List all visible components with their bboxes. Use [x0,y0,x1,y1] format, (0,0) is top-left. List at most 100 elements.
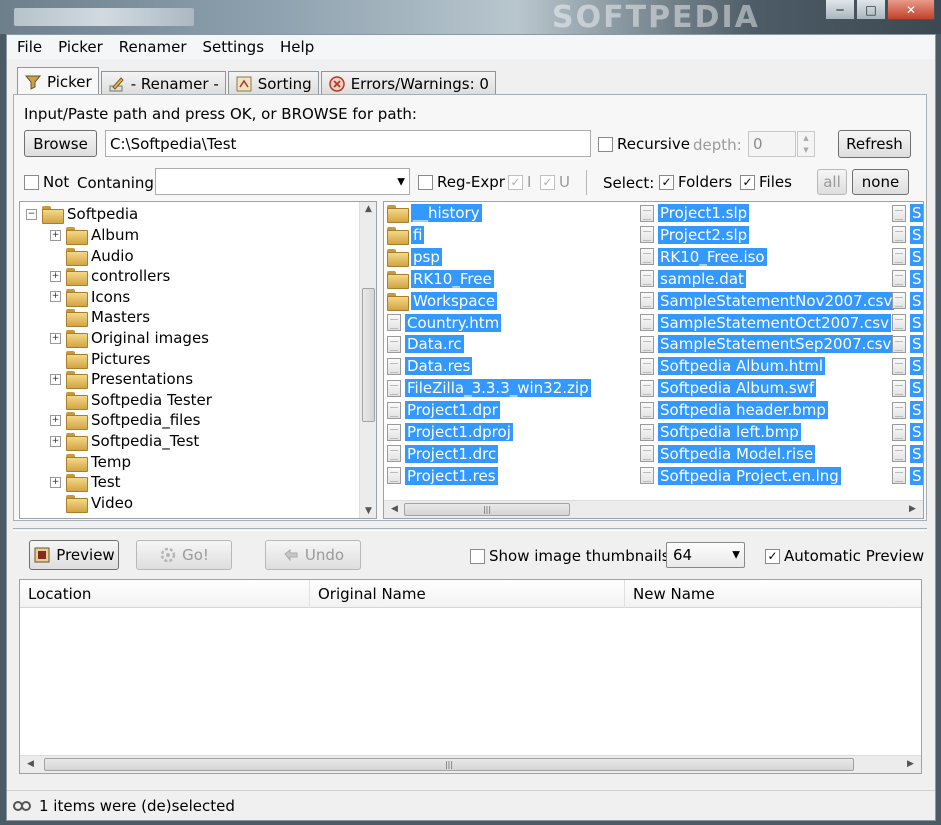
file-item[interactable]: Project1.drc [387,444,499,464]
column-original-name[interactable]: Original Name [310,580,625,608]
scroll-left-icon[interactable]: ◀ [386,504,403,514]
tree-item[interactable]: + Softpedia_Test [50,431,199,451]
scroll-thumb[interactable] [362,288,375,422]
column-new-name[interactable]: New Name [625,580,921,608]
file-list-scrollbar[interactable]: ◀ ||| ▶ [384,500,923,518]
regexpr-checkbox[interactable]: Reg-Expr [418,173,505,191]
file-item[interactable]: S [892,247,923,267]
maximize-button[interactable]: □ [856,0,886,20]
minimize-button[interactable]: ─ [825,0,855,20]
expand-icon[interactable]: + [50,476,61,488]
splitter[interactable] [13,528,927,531]
menu-picker[interactable]: Picker [50,38,111,56]
file-item[interactable]: Project2.slp [640,225,750,245]
file-item[interactable]: S [892,444,923,464]
menu-settings[interactable]: Settings [194,38,272,56]
scroll-thumb[interactable]: ||| [44,758,854,771]
scroll-right-icon[interactable]: ▶ [904,504,921,514]
file-item[interactable]: fi [387,225,425,245]
tree-item[interactable]: Masters [50,307,150,328]
files-checkbox[interactable]: ✓ Files [740,173,792,191]
tree-item[interactable]: + Icons [50,287,130,307]
file-item[interactable]: S [892,422,923,442]
tree-item[interactable]: + controllers [50,266,170,287]
expand-icon[interactable]: + [50,332,61,344]
file-item[interactable]: Project1.res [387,466,498,486]
file-item[interactable]: __history [387,203,482,223]
file-item[interactable]: RK10_Free [387,269,494,289]
file-item[interactable]: Data.res [387,356,473,376]
scroll-left-icon[interactable]: ◀ [22,759,39,769]
file-item[interactable]: S [892,466,923,486]
file-item[interactable]: Project1.dpr [387,400,500,420]
tree-item[interactable]: Temp [50,452,131,472]
tab-renamer[interactable]: - Renamer - [100,71,226,95]
expand-icon[interactable]: + [50,270,61,282]
results-grid[interactable]: Location Original Name New Name ◀ ||| ▶ [19,579,922,774]
depth-input[interactable]: 0 [748,131,796,157]
collapse-icon[interactable]: − [26,208,37,220]
file-item[interactable]: Softpedia Project.en.lng [640,466,841,486]
tab-errors[interactable]: Errors/Warnings: 0 [320,71,496,95]
browse-button[interactable]: Browse [24,130,97,157]
path-input[interactable]: C:\Softpedia\Test [105,130,591,157]
file-item[interactable]: Country.htm [387,313,502,333]
file-item[interactable]: S [892,291,923,311]
scroll-thumb[interactable]: ||| [404,503,570,516]
tree-item[interactable]: + Album [50,225,139,245]
recursive-checkbox[interactable]: Recursive [598,135,690,153]
menu-renamer[interactable]: Renamer [111,38,195,56]
menu-help[interactable]: Help [272,38,322,56]
thumb-size-select[interactable]: 64 ▼ [666,542,745,568]
grid-scrollbar[interactable]: ◀ ||| ▶ [20,755,921,773]
file-item[interactable]: sample.dat [640,269,746,289]
file-item[interactable]: Softpedia left.bmp [640,422,801,442]
expand-icon[interactable]: + [50,373,61,385]
refresh-button[interactable]: Refresh [838,130,911,158]
file-item[interactable]: S [892,203,923,223]
tree-item[interactable]: Audio [50,246,134,266]
file-item[interactable]: Workspace [387,291,497,311]
tree-scrollbar[interactable]: ▲ ▼ [359,202,376,518]
file-item[interactable]: S [892,400,923,420]
tree-item[interactable]: + Original images [50,328,209,348]
expand-icon[interactable]: + [50,229,61,241]
tree-item[interactable]: + Softpedia_files [50,410,200,431]
tree-item[interactable]: Video [50,493,133,513]
expand-icon[interactable]: + [50,291,61,303]
select-none-button[interactable]: none [852,169,909,195]
go-button[interactable]: Go! [136,540,232,570]
tree-item[interactable]: Softpedia Tester [50,390,212,410]
tree-item[interactable]: + Test [50,472,121,493]
file-item[interactable]: FileZilla_3.3.3_win32.zip [387,378,591,398]
file-item[interactable]: Softpedia Model.rise [640,444,816,464]
menu-file[interactable]: File [9,38,50,56]
tree-root[interactable]: − Softpedia [26,204,138,224]
file-item[interactable]: S [892,378,923,398]
preview-button[interactable]: Preview [29,540,119,570]
auto-preview-checkbox[interactable]: ✓ Automatic Preview [765,547,924,565]
file-item[interactable]: Project1.dproj [387,422,513,442]
file-item[interactable]: S [892,334,923,354]
folder-tree[interactable]: − Softpedia + Album Audio + controllers + Icon… [19,201,377,519]
tree-item[interactable]: + Presentations [50,369,193,390]
file-item[interactable]: Data.rc [387,334,464,354]
file-item[interactable]: SampleStatementSep2007.csv [640,334,894,354]
file-item[interactable]: S [892,356,923,376]
depth-spinner[interactable]: ▲ ▼ [797,131,815,157]
close-button[interactable]: ✕ [887,0,935,20]
tree-item[interactable]: Pictures [50,349,150,369]
case-insensitive-checkbox[interactable]: ✓ I [508,173,531,191]
scroll-right-icon[interactable]: ▶ [902,759,919,769]
chevron-down-icon[interactable]: ▼ [397,176,405,187]
file-item[interactable]: Softpedia Album.swf [640,378,817,398]
unicode-checkbox[interactable]: ✓ U [540,173,570,191]
file-item[interactable]: Softpedia Album.html [640,356,826,376]
tab-sorting[interactable]: Sorting [227,71,319,95]
scroll-down-icon[interactable]: ▼ [360,506,376,516]
undo-button[interactable]: Undo [265,540,361,570]
file-item[interactable]: S [892,313,923,333]
file-item[interactable]: SampleStatementOct2007.csv [640,313,891,333]
file-item[interactable]: RK10_Free.iso [640,247,767,267]
file-list[interactable]: __history fi psp RK10_Free Workspace Country.… [383,201,924,519]
